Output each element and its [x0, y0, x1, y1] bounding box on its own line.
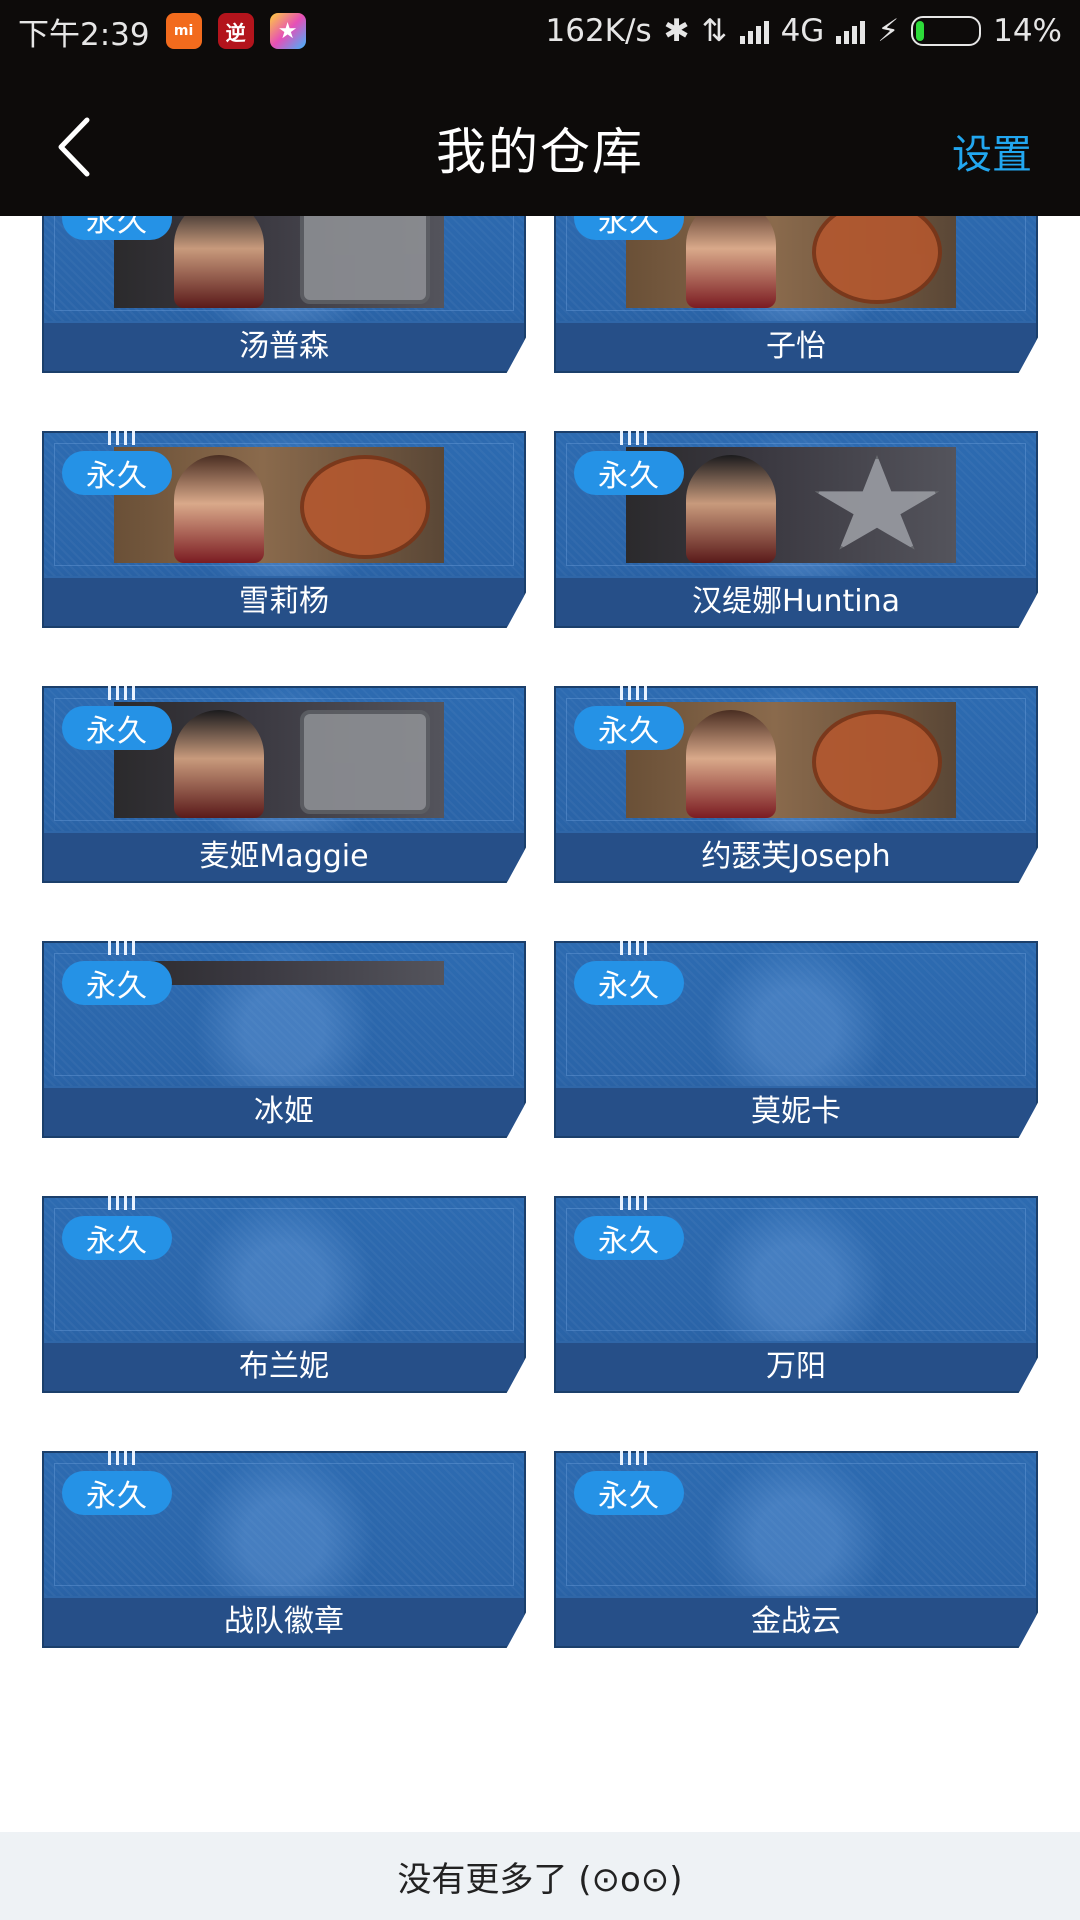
item-card[interactable]: 永久约瑟芙Joseph [554, 686, 1038, 883]
card-name: 冰姬 [254, 1094, 314, 1129]
charging-icon: ⚡ [877, 13, 900, 49]
settings-button[interactable]: 设置 [952, 122, 1032, 180]
status-time: 下午2:39 [18, 16, 150, 53]
item-card[interactable]: 永久战队徽章 [42, 1451, 526, 1648]
no-more-footer: 没有更多了 (⊙o⊙) [0, 1832, 1080, 1920]
card-name: 战队徽章 [224, 1604, 344, 1639]
item-card[interactable]: 永久布兰妮 [42, 1196, 526, 1393]
item-card[interactable]: 永久冰姬 [42, 941, 526, 1138]
star-icon: ★ [269, 13, 306, 49]
class-emblem-icon [300, 455, 430, 559]
permanent-badge: 永久 [574, 961, 684, 1005]
card-notch-decor [620, 941, 652, 955]
item-card[interactable]: 永久汉缇娜Huntina [554, 431, 1038, 628]
item-card[interactable]: 永久万阳 [554, 1196, 1038, 1393]
character-figure [174, 216, 264, 308]
item-card[interactable]: 永久金战云 [554, 1451, 1038, 1648]
class-emblem-icon [300, 710, 430, 814]
card-notch-decor [108, 1196, 140, 1210]
permanent-badge: 永久 [62, 451, 172, 495]
card-notch-decor [108, 686, 140, 700]
class-emblem-icon [812, 710, 942, 814]
net-speed: 162K/s [545, 13, 652, 49]
card-notch-decor [108, 1451, 140, 1465]
permanent-badge: 永久 [574, 706, 684, 750]
card-name: 金战云 [751, 1604, 841, 1639]
item-card[interactable]: 永久麦姬Maggie [42, 686, 526, 883]
card-notch-decor [108, 941, 140, 955]
battery-icon [911, 16, 982, 46]
permanent-badge: 永久 [574, 451, 684, 495]
battery-level: 14% [993, 13, 1062, 49]
permanent-badge: 永久 [62, 961, 172, 1005]
item-card[interactable]: 永久汤普森 [42, 216, 526, 373]
card-name: 莫妮卡 [751, 1094, 841, 1129]
character-figure [686, 455, 776, 563]
permanent-badge: 永久 [574, 1216, 684, 1260]
permanent-badge: 永久 [62, 1471, 172, 1515]
character-figure [174, 455, 264, 563]
app-header: 我的仓库 设置 [0, 62, 1080, 216]
card-name: 子怡 [766, 329, 826, 364]
permanent-badge: 永久 [62, 706, 172, 750]
card-name: 约瑟芙Joseph [701, 839, 891, 874]
game-icon: 逆 [217, 13, 254, 49]
card-name: 布兰妮 [239, 1349, 329, 1384]
card-notch-decor [108, 431, 140, 445]
class-emblem-icon [812, 216, 942, 304]
status-bar: 下午2:39 mi 逆 ★ 162K/s ✱ ⇅ 4G ⚡ 14% [0, 0, 1080, 62]
mi-icon: mi [165, 13, 202, 49]
card-name: 麦姬Maggie [199, 839, 369, 874]
page-title: 我的仓库 [436, 123, 644, 181]
card-notch-decor [620, 431, 652, 445]
network-type: 4G [780, 13, 825, 49]
card-notch-decor [620, 686, 652, 700]
card-name: 汉缇娜Huntina [691, 584, 901, 619]
character-figure [686, 216, 776, 308]
permanent-badge: 永久 [574, 216, 684, 240]
item-card[interactable]: 永久雪莉杨 [42, 431, 526, 628]
class-emblem-icon [300, 216, 430, 304]
card-name: 万阳 [766, 1349, 826, 1384]
bluetooth-icon: ✱ [663, 13, 690, 49]
item-grid: 永久麦娅·黑天使永久麦娅·白天使永久汤普森永久子怡永久雪莉杨永久汉缇娜Hunti… [42, 216, 1038, 1648]
item-card[interactable]: 永久莫妮卡 [554, 941, 1038, 1138]
warehouse-list[interactable]: 永久麦娅·黑天使永久麦娅·白天使永久汤普森永久子怡永久雪莉杨永久汉缇娜Hunti… [0, 216, 1080, 1832]
item-card[interactable]: 永久子怡 [554, 216, 1038, 373]
card-name: 汤普森 [239, 329, 329, 364]
data-transfer-icon: ⇅ [701, 13, 728, 49]
status-left: 下午2:39 mi 逆 ★ [18, 9, 306, 54]
signal-icon-2 [836, 18, 866, 44]
signal-icon [739, 18, 769, 44]
status-right: 162K/s ✱ ⇅ 4G ⚡ 14% [546, 13, 1063, 49]
class-emblem-icon [814, 455, 940, 550]
card-name: 雪莉杨 [239, 584, 329, 619]
card-notch-decor [620, 1196, 652, 1210]
permanent-badge: 永久 [62, 1216, 172, 1260]
character-figure [686, 710, 776, 818]
card-notch-decor [620, 1451, 652, 1465]
permanent-badge: 永久 [62, 216, 172, 240]
character-figure [174, 710, 264, 818]
permanent-badge: 永久 [574, 1471, 684, 1515]
